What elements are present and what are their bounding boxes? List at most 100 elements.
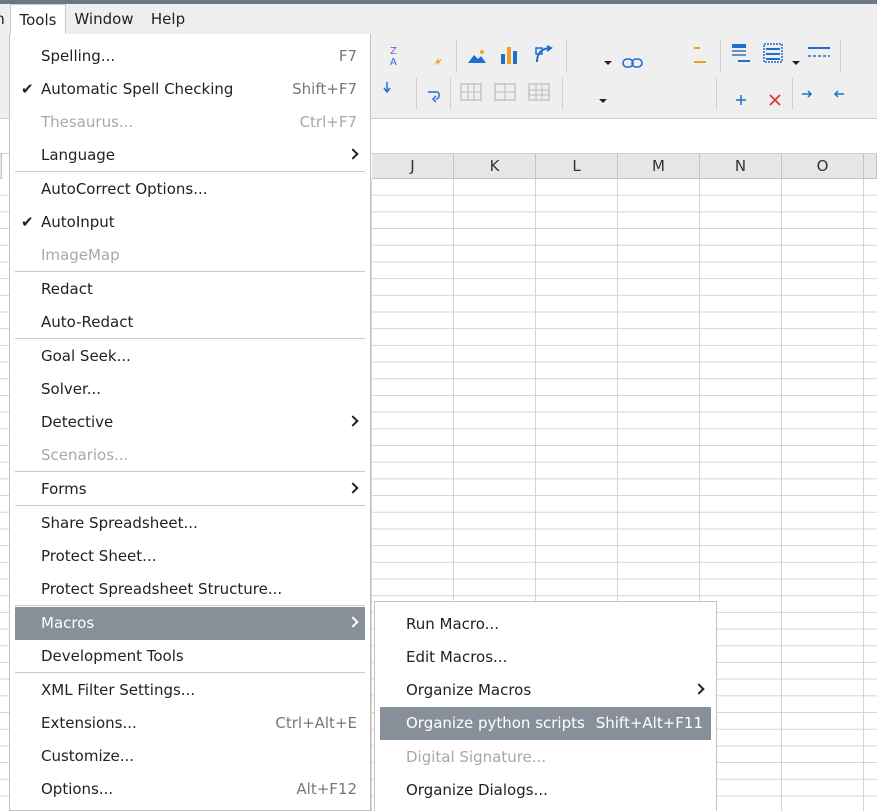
menu-item-share-spreadsheet[interactable]: Share Spreadsheet... bbox=[15, 507, 365, 540]
menu-item-goal-seek[interactable]: Goal Seek... bbox=[15, 340, 365, 373]
menu-item-spelling[interactable]: Spelling... F7 bbox=[15, 40, 365, 73]
insert-image-icon[interactable] bbox=[466, 46, 488, 66]
menu-item-redact[interactable]: Redact bbox=[15, 273, 365, 306]
wrap-text-icon[interactable] bbox=[426, 88, 442, 103]
menu-item-extensions[interactable]: Extensions... Ctrl+Alt+E bbox=[15, 707, 365, 740]
menu-item-autocorrect-options[interactable]: AutoCorrect Options... bbox=[15, 173, 365, 206]
tools-menu: Spelling... F7 ✔ Automatic Spell Checking Sh… bbox=[9, 34, 371, 811]
menu-item-label: Organize Macros bbox=[406, 681, 532, 699]
menu-item-forms[interactable]: Forms bbox=[15, 473, 365, 506]
menu-separator bbox=[15, 338, 365, 339]
menu-item-label: ImageMap bbox=[41, 246, 120, 264]
menu-item-label: Share Spreadsheet... bbox=[41, 514, 198, 532]
hyperlink-icon[interactable] bbox=[622, 54, 644, 68]
menu-item-label: Protect Spreadsheet Structure... bbox=[41, 580, 283, 598]
menu-item-development-tools[interactable]: Development Tools bbox=[15, 640, 365, 673]
shortcut-label: Alt+F12 bbox=[296, 780, 357, 798]
svg-text:Z: Z bbox=[390, 46, 397, 57]
print-area-dropdown-icon[interactable] bbox=[791, 52, 801, 65]
dropdown-arrow-icon[interactable] bbox=[603, 52, 613, 65]
menu-item-label: Organize Dialogs... bbox=[406, 781, 548, 799]
menubar-tools[interactable]: Tools bbox=[10, 4, 66, 34]
menu-item-label: Goal Seek... bbox=[41, 347, 131, 365]
chevron-right-icon bbox=[347, 415, 359, 427]
insert-row-icon[interactable] bbox=[734, 92, 748, 106]
column-header-o[interactable]: O bbox=[782, 154, 864, 179]
checkmark-icon: ✔ bbox=[21, 80, 34, 98]
column-header-m[interactable]: M bbox=[618, 154, 700, 179]
menu-item-label: Automatic Spell Checking bbox=[41, 80, 234, 98]
menu-item-xml-filter-settings[interactable]: XML Filter Settings... bbox=[15, 674, 365, 707]
menu-item-protect-sheet[interactable]: Protect Sheet... bbox=[15, 540, 365, 573]
row2-dropdown-arrow-icon[interactable] bbox=[598, 90, 608, 103]
page-break-icon[interactable] bbox=[807, 44, 833, 64]
column-header-e[interactable]: E bbox=[0, 154, 2, 179]
split-cells-icon bbox=[494, 82, 518, 104]
shortcut-label: Shift+Alt+F11 bbox=[595, 714, 703, 732]
menu-item-auto-redact[interactable]: Auto-Redact bbox=[15, 306, 365, 339]
menu-item-label: Customize... bbox=[41, 747, 135, 765]
menu-item-label: AutoCorrect Options... bbox=[41, 180, 208, 198]
menu-separator bbox=[15, 672, 365, 673]
menubar-help[interactable]: Help bbox=[142, 4, 194, 34]
menu-item-label: Redact bbox=[41, 280, 93, 298]
autofilter-icon[interactable] bbox=[430, 52, 446, 66]
menu-separator bbox=[15, 605, 365, 606]
insert-column-before-icon[interactable] bbox=[832, 86, 846, 100]
comment-icon[interactable] bbox=[692, 44, 708, 66]
menu-item-label: Solver... bbox=[41, 380, 102, 398]
menu-item-thesaurus: Thesaurus... Ctrl+F7 bbox=[15, 106, 365, 139]
menu-item-autoinput[interactable]: ✔ AutoInput bbox=[15, 206, 365, 239]
menu-item-label: Development Tools bbox=[41, 647, 184, 665]
menu-item-label: Language bbox=[41, 146, 116, 164]
menubar-window[interactable]: Window bbox=[66, 4, 142, 34]
menu-item-digital-signature: Digital Signature... bbox=[380, 741, 711, 774]
menu-item-run-macro[interactable]: Run Macro... bbox=[380, 608, 711, 641]
menu-separator bbox=[15, 505, 365, 506]
menu-item-solver[interactable]: Solver... bbox=[15, 373, 365, 406]
menu-item-label: Edit Macros... bbox=[406, 648, 508, 666]
svg-text:A: A bbox=[390, 57, 397, 66]
menu-item-macros[interactable]: Macros bbox=[15, 607, 365, 640]
menu-item-edit-macros[interactable]: Edit Macros... bbox=[380, 641, 711, 674]
menu-item-label: Auto-Redact bbox=[41, 313, 134, 331]
insert-column-after-icon[interactable] bbox=[800, 86, 814, 100]
menu-item-label: Organize python scripts bbox=[406, 714, 585, 732]
menu-item-organize-python-scripts[interactable]: Organize python scripts Shift+Alt+F11 bbox=[380, 707, 711, 740]
chevron-right-icon bbox=[693, 683, 705, 695]
menubar-n[interactable]: n bbox=[0, 4, 6, 34]
menu-separator bbox=[15, 471, 365, 472]
menu-item-automatic-spell-checking[interactable]: ✔ Automatic Spell Checking Shift+F7 bbox=[15, 73, 365, 106]
menu-item-label: Forms bbox=[41, 480, 87, 498]
menu-item-customize[interactable]: Customize... bbox=[15, 740, 365, 773]
menu-item-label: XML Filter Settings... bbox=[41, 681, 196, 699]
shortcut-label: F7 bbox=[338, 47, 357, 65]
column-header-j[interactable]: J bbox=[372, 154, 454, 179]
menu-item-options[interactable]: Options... Alt+F12 bbox=[15, 773, 365, 806]
insert-chart-icon[interactable] bbox=[499, 44, 521, 66]
chevron-right-icon bbox=[347, 148, 359, 160]
column-header-next[interactable] bbox=[864, 154, 877, 179]
menu-item-language[interactable]: Language bbox=[15, 139, 365, 172]
headers-footers-icon[interactable] bbox=[730, 42, 752, 66]
column-header-n[interactable]: N bbox=[700, 154, 782, 179]
menu-item-label: Extensions... bbox=[41, 714, 137, 732]
column-header-k[interactable]: K bbox=[454, 154, 536, 179]
checkmark-icon: ✔ bbox=[21, 213, 34, 231]
delete-row-icon[interactable] bbox=[768, 92, 782, 106]
chevron-right-icon bbox=[347, 616, 359, 628]
menu-item-organize-dialogs[interactable]: Organize Dialogs... bbox=[380, 774, 711, 807]
column-header-l[interactable]: L bbox=[536, 154, 618, 179]
pivot-table-icon[interactable] bbox=[533, 44, 555, 66]
sort-z-a-icon[interactable]: ZA bbox=[386, 44, 406, 68]
menu-item-protect-spreadsheet-structure[interactable]: Protect Spreadsheet Structure... bbox=[15, 573, 365, 606]
macros-submenu: Run Macro... Edit Macros... Organize Macro… bbox=[374, 601, 717, 811]
menu-item-label: Macros bbox=[41, 614, 95, 632]
menu-item-label: AutoInput bbox=[41, 213, 115, 231]
menu-item-organize-macros[interactable]: Organize Macros bbox=[380, 674, 711, 707]
menu-item-detective[interactable]: Detective bbox=[15, 406, 365, 439]
shortcut-label: Ctrl+F7 bbox=[299, 113, 357, 131]
define-print-area-icon[interactable] bbox=[762, 42, 786, 66]
shortcut-label: Shift+F7 bbox=[292, 80, 357, 98]
sort-descending-icon[interactable] bbox=[381, 80, 393, 96]
